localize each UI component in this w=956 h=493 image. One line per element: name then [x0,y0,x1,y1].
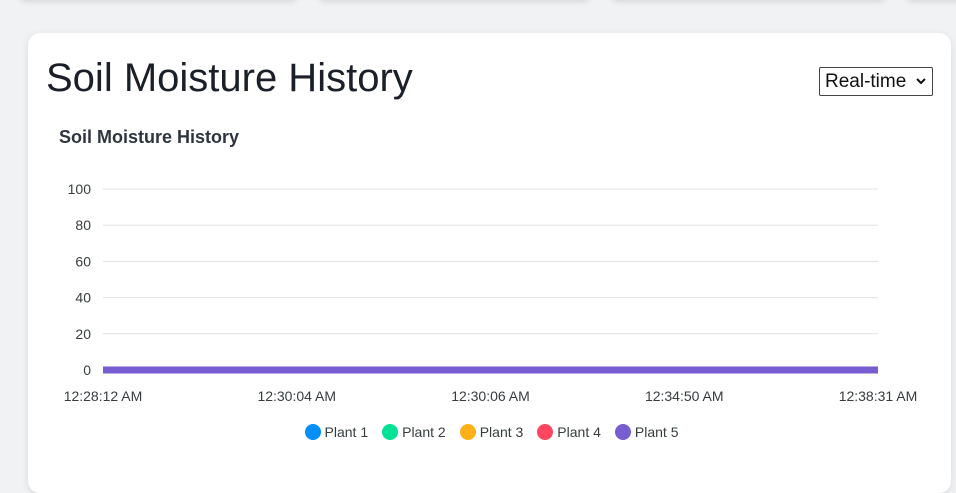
x-tick-label: 12:34:50 AM [645,388,724,404]
legend-item-plant-5[interactable]: Plant 5 [614,422,679,442]
legend-item-plant-4[interactable]: Plant 4 [537,422,601,442]
legend-label: Plant 1 [324,424,369,440]
legend-marker [459,424,476,440]
x-tick-label: 12:38:31 AM [839,388,918,404]
y-tick-label: 80 [75,217,91,233]
x-tick-label: 12:30:04 AM [257,388,336,404]
y-tick-label: 40 [75,290,91,306]
legend-marker [382,424,399,440]
y-tick-label: 100 [68,181,92,197]
legend-label: Plant 3 [479,424,524,440]
legend-label: Plant 5 [634,424,679,440]
y-tick-label: 60 [75,253,91,269]
y-axis-labels: 100 80 60 40 20 0 [68,181,92,378]
moisture-line-chart: Soil Moisture History 100 80 60 40 20 0 12:28… [59,127,918,404]
y-tick-label: 20 [75,326,91,342]
chart-grid [103,188,878,371]
legend-label: Plant 4 [557,424,601,440]
legend-marker [304,424,321,440]
x-tick-label: 12:28:12 AM [64,388,143,404]
x-tick-label: 12:30:06 AM [451,388,530,404]
x-axis-labels: 12:28:12 AM 12:30:04 AM 12:30:06 AM 12:34:5… [64,388,918,404]
chart-title: Soil Moisture History [59,127,239,147]
legend-marker [537,424,554,440]
legend-item-plant-2[interactable]: Plant 2 [382,422,446,442]
chart-legend: Plant 1 Plant 2 Plant 3 Plant 4 Plant 5 [0,422,956,442]
legend-label: Plant 2 [402,424,446,440]
legend-item-plant-3[interactable]: Plant 3 [459,422,524,442]
y-tick-label: 0 [83,362,91,378]
legend-marker [614,424,631,440]
legend-item-plant-1[interactable]: Plant 1 [304,422,369,442]
